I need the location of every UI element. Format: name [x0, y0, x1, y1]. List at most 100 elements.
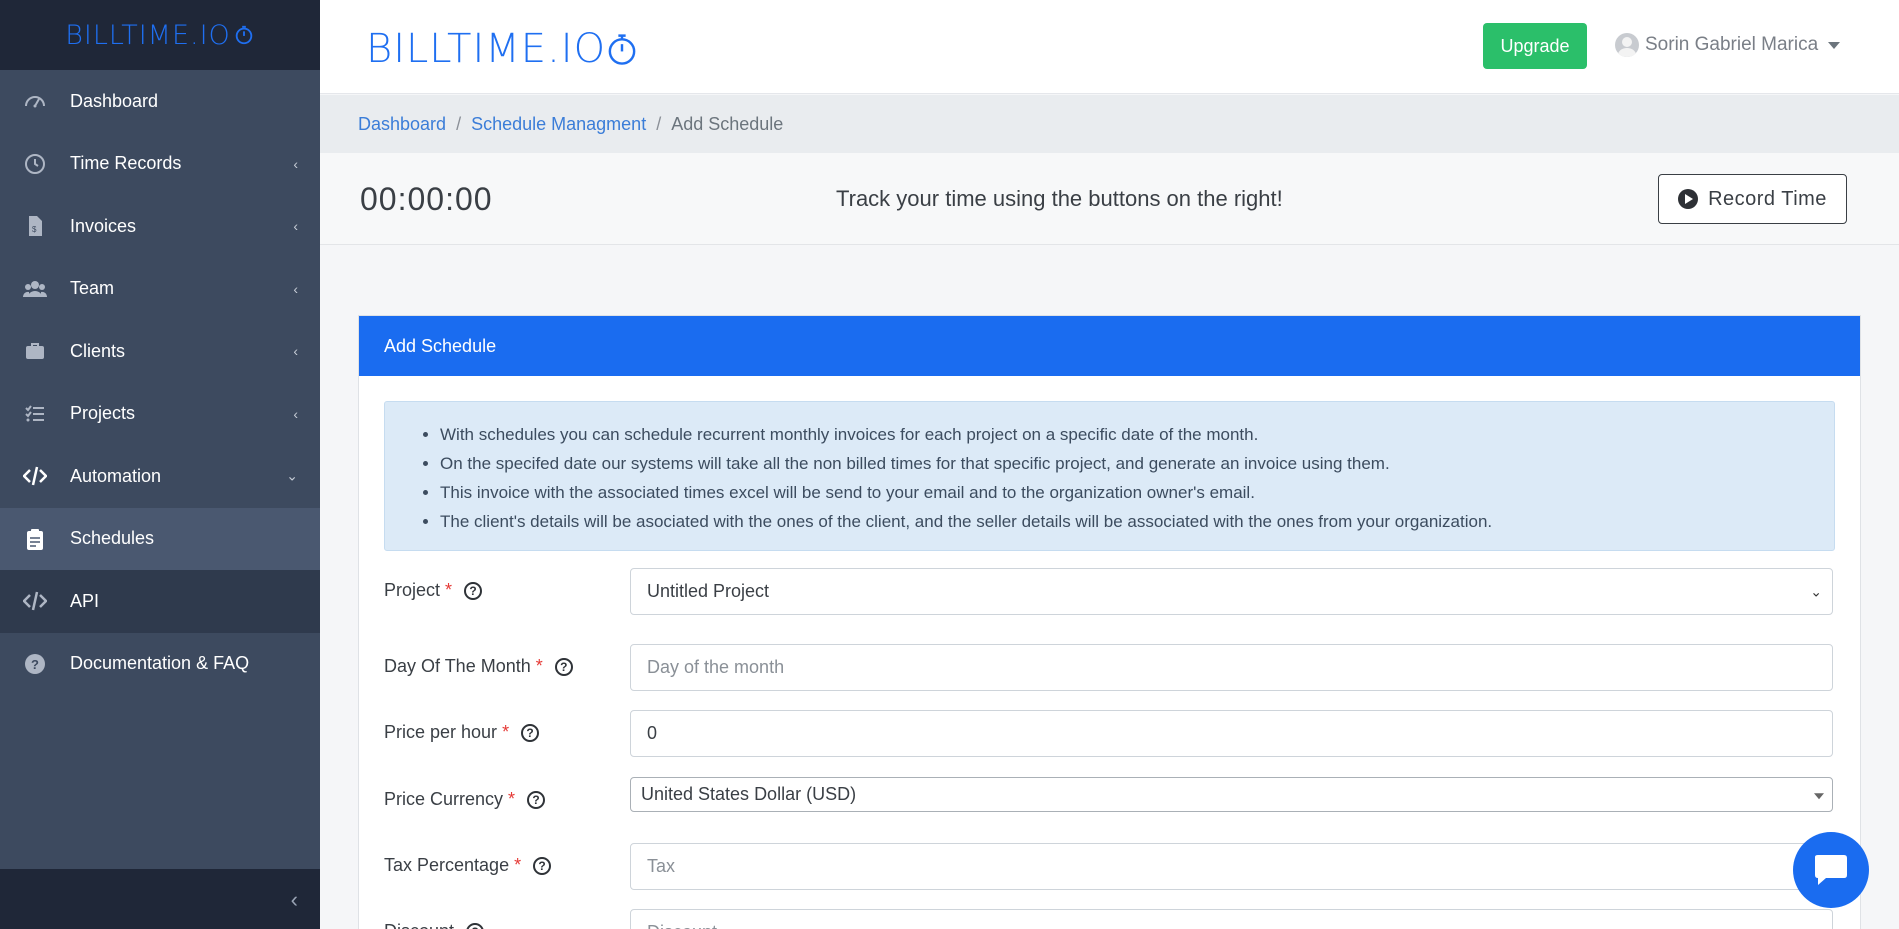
svg-text:$: $ — [32, 225, 37, 234]
chevron-down-icon: ⌄ — [286, 467, 298, 484]
info-alert: With schedules you can schedule recurren… — [384, 401, 1835, 551]
breadcrumb-separator: / — [656, 113, 662, 134]
sidebar-item-label: Invoices — [70, 215, 137, 236]
project-label: Project * ? — [384, 580, 483, 601]
sidebar-item-schedules[interactable]: Schedules — [0, 507, 320, 570]
stopwatch-icon — [235, 25, 253, 45]
record-time-button[interactable]: Record Time — [1658, 174, 1847, 224]
sidebar-item-label: Schedules — [70, 528, 155, 549]
chat-widget-button[interactable] — [1793, 832, 1869, 908]
help-icon[interactable]: ? — [521, 723, 540, 742]
info-item: The client's details will be asociated w… — [440, 507, 1814, 536]
avatar — [1615, 33, 1639, 57]
required-marker: * — [514, 855, 522, 875]
invoice-icon: $ — [21, 212, 49, 240]
dashboard-icon — [21, 87, 49, 115]
stopwatch-icon — [608, 34, 636, 65]
sidebar-item-clients[interactable]: Clients ‹ — [0, 320, 320, 383]
help-icon[interactable]: ? — [554, 657, 573, 676]
timer-bar: 00:00:00 Track your time using the butto… — [320, 153, 1899, 245]
help-icon[interactable]: ? — [527, 790, 546, 809]
currency-label-text: Price Currency — [384, 789, 504, 809]
sidebar-item-documentation[interactable]: ? Documentation & FAQ — [0, 633, 320, 696]
timer-message: Track your time using the buttons on the… — [836, 186, 1283, 211]
chevron-left-icon: ‹ — [293, 343, 298, 360]
project-label-text: Project — [384, 580, 441, 600]
price-label: Price per hour * ? — [384, 722, 540, 743]
sidebar-item-team[interactable]: Team ‹ — [0, 258, 320, 321]
users-icon — [21, 275, 49, 303]
chevron-left-icon: ‹ — [293, 155, 298, 172]
required-marker: * — [445, 580, 453, 600]
chevron-down-icon: ⌄ — [1810, 583, 1822, 599]
svg-text:?: ? — [31, 657, 39, 672]
briefcase-icon — [21, 337, 49, 365]
collapse-sidebar-icon[interactable]: ‹ — [291, 887, 298, 913]
upgrade-button[interactable]: Upgrade — [1483, 23, 1587, 69]
tax-label: Tax Percentage * ? — [384, 855, 552, 876]
tax-input[interactable]: Tax — [630, 843, 1833, 890]
header-logo-text: BILLTIME.IO — [366, 26, 607, 72]
help-icon[interactable]: ? — [466, 922, 485, 929]
sidebar-item-label: Projects — [70, 403, 136, 424]
day-of-month-input[interactable]: Day of the month — [630, 644, 1833, 691]
card-title: Add Schedule — [359, 316, 1860, 376]
sidebar-item-invoices[interactable]: $ Invoices ‹ — [0, 195, 320, 258]
clock-icon — [21, 150, 49, 178]
record-time-label: Record Time — [1708, 187, 1827, 210]
day-label-text: Day Of The Month — [384, 656, 531, 676]
sidebar-item-label: API — [70, 590, 100, 611]
price-label-text: Price per hour — [384, 722, 498, 742]
tax-label-text: Tax Percentage — [384, 855, 510, 875]
sidebar-item-label: Team — [70, 278, 115, 299]
breadcrumb: Dashboard / Schedule Managment / Add Sch… — [320, 95, 1899, 153]
info-item: With schedules you can schedule recurren… — [440, 420, 1814, 449]
clipboard-icon — [21, 525, 49, 553]
sidebar: BILLTIME.IO Dashboard Time Records ‹ $ I… — [0, 0, 320, 929]
code-icon — [21, 587, 49, 615]
breadcrumb-schedule-management[interactable]: Schedule Managment — [471, 114, 646, 135]
sidebar-item-label: Documentation & FAQ — [70, 653, 250, 674]
sidebar-logo: BILLTIME.IO — [65, 19, 231, 51]
user-name: Sorin Gabriel Marica — [1645, 34, 1819, 55]
sidebar-item-time-records[interactable]: Time Records ‹ — [0, 133, 320, 196]
currency-label: Price Currency * ? — [384, 789, 546, 810]
help-icon[interactable]: ? — [533, 856, 552, 875]
discount-input[interactable]: Discount — [630, 909, 1833, 929]
tasks-icon — [21, 400, 49, 428]
required-marker: * — [502, 722, 510, 742]
help-icon[interactable]: ? — [464, 581, 483, 600]
discount-label-text: Discount — [384, 921, 454, 929]
info-item: On the specifed date our systems will ta… — [440, 449, 1814, 478]
header-logo[interactable]: BILLTIME.IO — [366, 26, 637, 72]
sidebar-collapse-bar: ‹ — [0, 869, 320, 929]
sidebar-brand[interactable]: BILLTIME.IO — [0, 0, 320, 70]
app-root: BILLTIME.IO Dashboard Time Records ‹ $ I… — [0, 0, 1899, 929]
breadcrumb-current: Add Schedule — [671, 113, 784, 134]
sidebar-item-dashboard[interactable]: Dashboard — [0, 70, 320, 133]
sidebar-item-api[interactable]: API — [0, 570, 320, 633]
currency-select[interactable]: United States Dollar (USD) — [630, 777, 1833, 812]
add-schedule-card: Add Schedule With schedules you can sche… — [358, 315, 1861, 929]
play-circle-icon — [1678, 189, 1699, 209]
timer-display: 00:00:00 — [360, 181, 493, 217]
required-marker: * — [508, 789, 516, 809]
sidebar-item-projects[interactable]: Projects ‹ — [0, 383, 320, 446]
price-per-hour-input[interactable]: 0 — [630, 710, 1833, 757]
project-select[interactable]: Untitled Project ⌄ — [630, 568, 1833, 615]
breadcrumb-dashboard[interactable]: Dashboard — [358, 114, 446, 135]
sidebar-item-label: Time Records — [70, 153, 182, 174]
sidebar-item-label: Automation — [70, 465, 162, 486]
breadcrumb-separator: / — [456, 113, 462, 134]
chevron-left-icon: ‹ — [293, 218, 298, 235]
sidebar-item-automation[interactable]: Automation ⌄ — [0, 445, 320, 508]
top-header: BILLTIME.IO Upgrade Sorin Gabriel Marica — [320, 0, 1899, 94]
caret-down-icon — [1828, 41, 1841, 49]
sidebar-item-label: Clients — [70, 340, 126, 361]
user-menu[interactable]: Sorin Gabriel Marica — [1615, 33, 1841, 57]
required-marker: * — [535, 656, 543, 676]
currency-selected-value: United States Dollar (USD) — [641, 784, 857, 804]
project-selected-value: Untitled Project — [647, 581, 770, 601]
info-item: This invoice with the associated times e… — [440, 478, 1814, 507]
day-label: Day Of The Month * ? — [384, 656, 573, 677]
